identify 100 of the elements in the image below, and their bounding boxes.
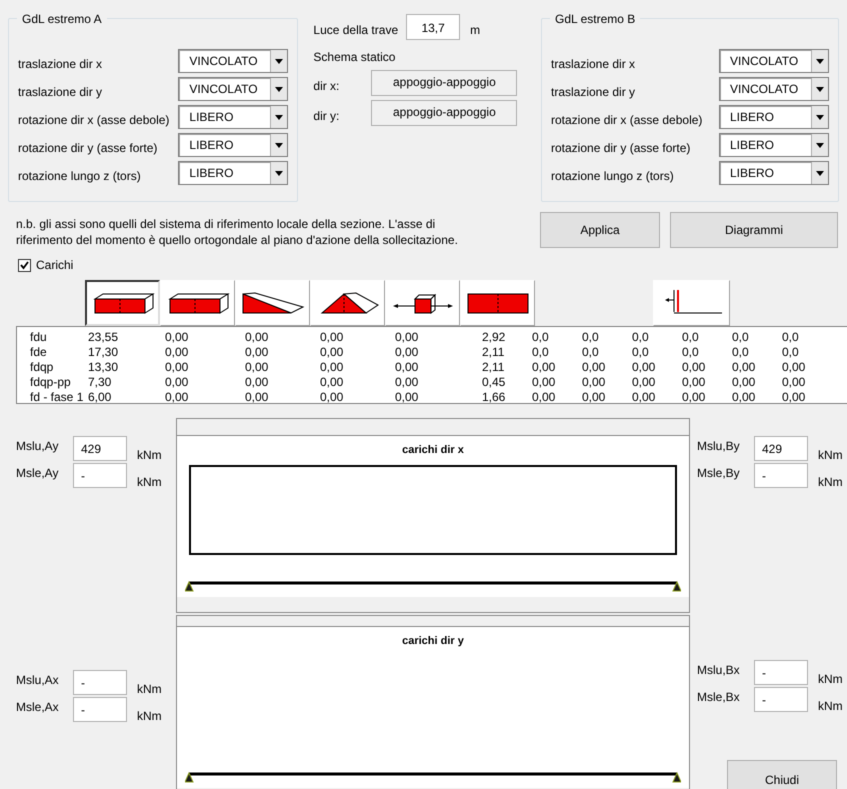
table-cell-text: 2,11 bbox=[482, 360, 506, 375]
moment-label: Mslu,By bbox=[697, 438, 741, 455]
dropdown[interactable]: VINCOLATO bbox=[719, 49, 829, 73]
table-cell-text: 0,00 bbox=[582, 390, 606, 405]
dropdown-arrow-icon bbox=[275, 170, 284, 176]
moment-field[interactable]: 429 bbox=[754, 436, 808, 461]
field-label: rotazione dir y (asse forte) bbox=[551, 140, 690, 157]
table-cell-text: 0,00 bbox=[732, 375, 756, 390]
table-cell-text: 0,00 bbox=[532, 360, 556, 375]
table-cell-text: 0,00 bbox=[320, 330, 344, 345]
dropdown[interactable]: VINCOLATO bbox=[719, 77, 829, 101]
moment-field[interactable]: - bbox=[754, 463, 808, 488]
table-cell-text: 0,00 bbox=[245, 360, 270, 375]
dropdown[interactable]: LIBERO bbox=[719, 161, 829, 185]
moment-field[interactable]: 429 bbox=[73, 436, 127, 461]
table-cell-text: 0,00 bbox=[582, 360, 606, 375]
diagram-title: carichi dir y bbox=[402, 634, 464, 649]
table-cell-text: 0,00 bbox=[245, 330, 270, 345]
field-label: traslazione dir y bbox=[18, 84, 102, 101]
table-cell-text: 0,0 bbox=[582, 330, 600, 345]
table-cell-text: 0,00 bbox=[395, 345, 420, 360]
table-cell-text: 0,00 bbox=[732, 360, 756, 375]
check-icon bbox=[20, 260, 29, 270]
close-button[interactable]: Chiudi bbox=[727, 760, 837, 789]
table-cell-text: 2,11 bbox=[482, 345, 506, 360]
load-box-icon bbox=[90, 291, 154, 315]
table-cell-text: 2,92 bbox=[482, 330, 506, 345]
dropdown[interactable]: VINCOLATO bbox=[178, 49, 288, 73]
diagram-title: carichi dir x bbox=[402, 443, 464, 458]
table-cell-text: fdqp-pp bbox=[30, 375, 72, 390]
load-wedge-icon bbox=[240, 291, 304, 315]
dropdown[interactable]: LIBERO bbox=[178, 161, 288, 185]
table-cell-text: 0,00 bbox=[782, 360, 806, 375]
moment-label: Mslu,Ax bbox=[16, 672, 60, 689]
table-cell-text: 6,00 bbox=[88, 390, 112, 405]
dropdown[interactable]: LIBERO bbox=[719, 133, 829, 157]
table-cell-text: 0,00 bbox=[320, 390, 344, 405]
moment-field[interactable]: - bbox=[754, 687, 808, 712]
table-cell-text: fdqp bbox=[30, 360, 54, 375]
unit-label: kNm bbox=[137, 708, 162, 725]
moment-field[interactable]: - bbox=[73, 670, 127, 695]
moment-field[interactable]: - bbox=[73, 463, 127, 488]
table-cell-text: 0,45 bbox=[482, 375, 506, 390]
table-cell-text: 0,0 bbox=[732, 345, 750, 360]
load-box-icon bbox=[166, 291, 230, 315]
load-type-button[interactable] bbox=[85, 280, 160, 326]
table-cell-text: 0,0 bbox=[682, 345, 700, 360]
table-cell-text: 0,00 bbox=[320, 345, 344, 360]
table-cell-text: 0,0 bbox=[782, 330, 800, 345]
table-cell-text: 0,00 bbox=[165, 390, 190, 405]
moment-label: Msle,Ay bbox=[16, 465, 60, 482]
action-button[interactable]: Applica bbox=[540, 212, 660, 248]
dropdown[interactable]: VINCOLATO bbox=[178, 77, 288, 101]
scheme-value: appoggio-appoggio bbox=[371, 100, 518, 126]
table-cell-text: 0,00 bbox=[245, 375, 270, 390]
scheme-label: dir x: bbox=[313, 78, 340, 95]
table-cell-text: 0,00 bbox=[320, 360, 344, 375]
table-cell-text: 0,00 bbox=[395, 360, 420, 375]
field-label: traslazione dir x bbox=[18, 56, 102, 73]
table-cell-text: 0,00 bbox=[732, 390, 756, 405]
table-cell-text: 0,0 bbox=[782, 345, 800, 360]
moment-label: Msle,Ax bbox=[16, 699, 60, 716]
dropdown-arrow-icon bbox=[275, 142, 284, 148]
dropdown[interactable]: LIBERO bbox=[178, 133, 288, 157]
dropdown[interactable]: LIBERO bbox=[178, 105, 288, 129]
table-cell-text: 0,00 bbox=[782, 375, 806, 390]
table-cell-text: 0,00 bbox=[532, 390, 556, 405]
moment-field[interactable]: - bbox=[754, 660, 808, 685]
unit-label: kNm bbox=[818, 671, 843, 688]
unit-label: m bbox=[470, 22, 480, 39]
scheme-value: appoggio-appoggio bbox=[371, 70, 518, 96]
field-label: rotazione lungo z (tors) bbox=[18, 168, 141, 185]
moment-label: Msle,By bbox=[697, 465, 741, 482]
unit-label: kNm bbox=[818, 474, 843, 491]
table-cell-text: 0,00 bbox=[395, 330, 420, 345]
table-cell-text: 0,00 bbox=[395, 375, 420, 390]
dropdown[interactable]: LIBERO bbox=[719, 105, 829, 129]
table-cell-text: fde bbox=[30, 345, 48, 360]
table-cell-text: 0,00 bbox=[682, 390, 706, 405]
axial-load-icon bbox=[390, 291, 454, 315]
load-rectangle-icon bbox=[466, 291, 530, 315]
table-cell-text: 0,00 bbox=[165, 345, 190, 360]
span-field[interactable]: 13,7 bbox=[406, 14, 460, 40]
table-cell-text: 7,30 bbox=[88, 375, 112, 390]
table-cell-text: 0,00 bbox=[532, 375, 556, 390]
unit-label: kNm bbox=[137, 474, 162, 491]
table-cell-text: 13,30 bbox=[88, 360, 120, 375]
table-cell-text: 17,30 bbox=[88, 345, 120, 360]
checkbox[interactable] bbox=[18, 258, 31, 272]
table-cell-text: 0,0 bbox=[532, 345, 550, 360]
table-cell-text: 0,00 bbox=[632, 360, 656, 375]
moment-field[interactable]: - bbox=[73, 697, 127, 722]
field-label: rotazione dir y (asse forte) bbox=[18, 140, 158, 157]
action-button[interactable]: Diagrammi bbox=[670, 212, 838, 248]
table-cell-text: 0,0 bbox=[582, 345, 600, 360]
table-cell-text: 23,55 bbox=[88, 330, 120, 345]
dropdown-arrow-icon bbox=[816, 86, 824, 92]
table-cell-text: 0,00 bbox=[582, 375, 606, 390]
table-cell-text: 0,0 bbox=[732, 330, 750, 345]
table-cell-text: 0,00 bbox=[782, 390, 806, 405]
